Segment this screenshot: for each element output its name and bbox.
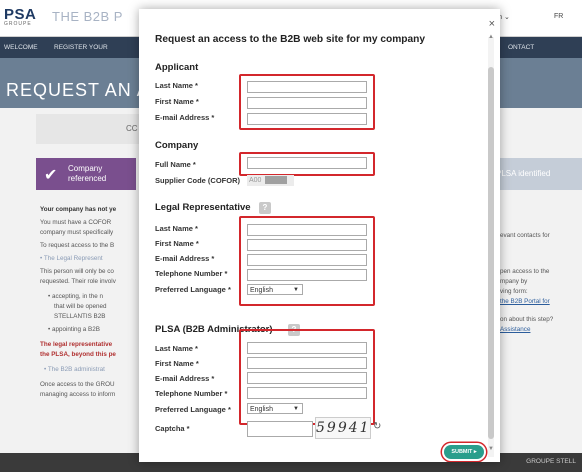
company-full-name-input[interactable] xyxy=(247,157,367,169)
plsa-last-name-input[interactable] xyxy=(247,342,367,354)
nav-register[interactable]: REGISTER YOUR xyxy=(54,44,108,51)
applicant-heading: Applicant xyxy=(155,62,199,73)
scroll-up-icon[interactable]: ▲ xyxy=(488,34,494,40)
supplier-code-value: A00 xyxy=(247,175,294,186)
plsa-first-name-input[interactable] xyxy=(247,357,367,369)
language-fr-link[interactable]: FR xyxy=(554,13,563,20)
plsa-email-input[interactable] xyxy=(247,372,367,384)
legal-first-name-input[interactable] xyxy=(247,239,367,251)
b2b-portal-link[interactable]: the B2B Portal for xyxy=(500,297,582,307)
legal-first-name-label: First Name * xyxy=(155,239,199,248)
company-heading: Company xyxy=(155,140,199,151)
captcha-image: 59941 xyxy=(315,417,371,439)
redacted-code xyxy=(265,176,288,185)
check-icon: ✔ xyxy=(44,167,58,184)
chevron-down-icon: ▼ xyxy=(293,406,299,412)
legal-phone-label: Telephone Number * xyxy=(155,269,228,278)
company-full-name-label: Full Name * xyxy=(155,160,196,169)
legal-language-select[interactable]: English ▼ xyxy=(247,284,303,295)
step-company-referenced: ✔ Company referenced xyxy=(36,158,136,190)
legal-phone-input[interactable] xyxy=(247,269,367,281)
applicant-email-input[interactable] xyxy=(247,113,367,125)
applicant-last-name-label: Last Name * xyxy=(155,81,198,90)
site-title: THE B2B P xyxy=(52,9,123,24)
legal-last-name-label: Last Name * xyxy=(155,224,198,233)
right-text-block: evant contacts for pen access to the mpa… xyxy=(500,205,582,335)
captcha-label: Captcha * xyxy=(155,424,190,433)
applicant-first-name-label: First Name * xyxy=(155,97,199,106)
scroll-down-icon[interactable]: ▼ xyxy=(488,446,494,452)
plsa-language-select[interactable]: English ▼ xyxy=(247,403,303,414)
legal-language-label: Preferred Language * xyxy=(155,285,231,294)
plsa-email-label: E-mail Address * xyxy=(155,374,215,383)
access-request-modal: × ▲ ▼ Request an access to the B2B web s… xyxy=(139,9,500,462)
info-box: CC xyxy=(36,114,146,144)
modal-title: Request an access to the B2B web site fo… xyxy=(155,34,426,45)
close-icon[interactable]: × xyxy=(489,18,495,30)
nav-contact[interactable]: ONTACT xyxy=(508,44,534,51)
scrollbar-thumb[interactable] xyxy=(488,67,494,439)
plsa-phone-input[interactable] xyxy=(247,387,367,399)
applicant-last-name-input[interactable] xyxy=(247,81,367,93)
assistance-link[interactable]: Assistance xyxy=(500,325,582,335)
plsa-last-name-label: Last Name * xyxy=(155,344,198,353)
applicant-first-name-input[interactable] xyxy=(247,97,367,109)
legal-email-input[interactable] xyxy=(247,254,367,266)
captcha-input[interactable] xyxy=(247,421,313,437)
nav-welcome[interactable]: WELCOME xyxy=(4,44,38,51)
page-title: REQUEST AN A xyxy=(6,80,150,100)
legal-email-label: E-mail Address * xyxy=(155,254,215,263)
supplier-code-label: Supplier Code (COFOR) xyxy=(155,176,240,185)
submit-button[interactable]: SUBMIT ▸ xyxy=(444,445,484,459)
plsa-first-name-label: First Name * xyxy=(155,359,199,368)
legal-rep-heading: Legal Representative xyxy=(155,202,251,213)
legal-last-name-input[interactable] xyxy=(247,224,367,236)
left-text-block: Your company has not ye You must have a … xyxy=(40,206,117,398)
plsa-phone-label: Telephone Number * xyxy=(155,389,228,398)
applicant-email-label: E-mail Address * xyxy=(155,113,215,122)
chevron-down-icon: ▼ xyxy=(293,287,299,293)
psa-logo[interactable]: PSA GROUPE xyxy=(4,6,36,27)
refresh-icon[interactable]: ↻ xyxy=(373,421,381,432)
plsa-language-label: Preferred Language * xyxy=(155,405,231,414)
step-plsa-identified: PLSA identified xyxy=(488,158,582,190)
legal-rep-help-icon[interactable]: ? xyxy=(259,202,271,214)
footer-text: GROUPE STELL xyxy=(526,458,576,465)
